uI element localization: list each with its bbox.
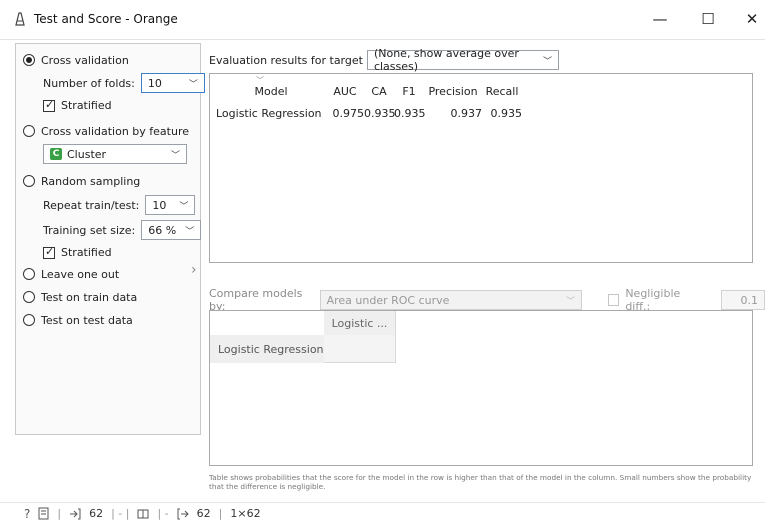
checkbox-checked-icon <box>43 245 55 259</box>
results-table[interactable]: ﹀ Model AUC CA F1 Precision Recall Logis… <box>209 73 753 263</box>
checkbox-checked-icon <box>43 98 55 112</box>
stratified-checkbox-2[interactable]: Stratified <box>43 245 112 259</box>
radio-unchecked-icon <box>23 268 35 280</box>
chevron-down-icon: ﹀ <box>170 150 180 161</box>
input-data-icon <box>70 508 81 519</box>
stratified-label: Stratified <box>61 99 112 112</box>
folds-value: 10 <box>147 76 162 90</box>
output-dimensions: 1×62 <box>230 507 261 520</box>
status-separator: | <box>57 507 62 520</box>
radio-unchecked-icon <box>23 175 35 187</box>
recall-cell: 0.935 <box>490 107 523 120</box>
negligible-diff-spinbox[interactable]: 0.1 <box>721 290 765 310</box>
target-select[interactable]: (None, show average over classes) ﹀ <box>366 47 559 73</box>
column-header-precision[interactable]: Precision <box>424 85 482 98</box>
output-data-icon <box>177 508 189 519</box>
window-title: Test and Score - Orange <box>34 12 178 26</box>
radio-test-on-train[interactable]: Test on train data <box>23 289 137 305</box>
feature-value: Cluster <box>67 147 107 161</box>
cv-by-feature-label: Cross validation by feature <box>41 124 190 138</box>
target-value: (None, show average over classes) <box>373 47 519 73</box>
radio-leave-one-out[interactable]: Leave one out <box>23 266 119 282</box>
compare-metric-select[interactable]: Area under ROC curve ﹀ <box>319 290 582 310</box>
results-header-row: Model AUC CA F1 Precision Recall <box>216 85 522 98</box>
status-bar: ? | 62 | - | | - 62 | 1×62 <box>0 502 765 524</box>
train-size-select[interactable]: 66 % ﹀ <box>141 220 202 240</box>
column-header-auc[interactable]: AUC <box>326 85 364 98</box>
output-count: 62 <box>196 507 211 520</box>
chevron-down-icon: ﹀ <box>188 79 198 90</box>
train-size-row: Training set size: 66 % ﹀ <box>43 220 202 240</box>
maximize-button[interactable]: ☐ <box>688 6 728 32</box>
column-header-ca[interactable]: CA <box>364 85 394 98</box>
title-bar: Test and Score - Orange — ☐ ✕ <box>0 0 765 40</box>
checkbox-unchecked-icon <box>607 294 620 306</box>
sampling-panel: Cross validation Number of folds: 10 ﹀ S… <box>15 43 205 435</box>
repeat-label: Repeat train/test: <box>43 198 140 212</box>
orange-app-icon <box>15 12 25 26</box>
help-icon[interactable]: ? <box>24 507 30 521</box>
random-sampling-label: Random sampling <box>41 174 141 188</box>
table-row[interactable]: Logistic Regression 0.975 0.935 0.935 0.… <box>216 107 522 120</box>
cross-validation-label: Cross validation <box>41 53 129 67</box>
chevron-down-icon: ﹀ <box>542 56 552 67</box>
test-on-test-label: Test on test data <box>41 313 133 327</box>
model-name-cell: Logistic Regression <box>216 107 322 120</box>
folds-row: Number of folds: 10 ﹀ <box>43 73 205 93</box>
auc-cell: 0.975 <box>332 107 365 120</box>
radio-checked-icon <box>23 54 35 66</box>
comparison-table[interactable]: Logistic ... Logistic Regression <box>209 310 753 466</box>
chevron-down-icon: ﹀ <box>565 296 575 307</box>
test-on-train-label: Test on train data <box>41 290 138 304</box>
report-icon[interactable] <box>38 507 49 520</box>
folds-select[interactable]: 10 ﹀ <box>140 73 205 93</box>
stratified-label: Stratified <box>61 246 112 259</box>
comparison-row-header: Logistic Regression <box>210 335 324 363</box>
train-size-label: Training set size: <box>43 223 136 237</box>
train-size-value: 66 % <box>148 223 177 237</box>
column-header-model[interactable]: Model <box>216 85 326 98</box>
categorical-variable-icon: C <box>50 148 62 160</box>
status-separator: | - | <box>111 507 130 520</box>
column-header-recall[interactable]: Recall <box>482 85 522 98</box>
stratified-checkbox-1[interactable]: Stratified <box>43 98 112 112</box>
model-icon <box>137 509 149 518</box>
leave-one-out-label: Leave one out <box>41 267 120 281</box>
repeat-select[interactable]: 10 ﹀ <box>145 195 196 215</box>
precision-cell: 0.937 <box>450 107 483 120</box>
input-count: 62 <box>89 507 104 520</box>
comparison-note: Table shows probabilities that the score… <box>209 473 752 491</box>
negligible-value: 0.1 <box>740 293 759 307</box>
feature-row: C Cluster ﹀ <box>43 144 187 164</box>
radio-random-sampling[interactable]: Random sampling <box>23 173 140 189</box>
folds-label: Number of folds: <box>43 76 135 90</box>
close-button[interactable]: ✕ <box>732 6 765 32</box>
status-separator: | <box>218 507 223 520</box>
evaluation-target-row: Evaluation results for target (None, sho… <box>209 47 559 73</box>
radio-test-on-test[interactable]: Test on test data <box>23 312 133 328</box>
radio-unchecked-icon <box>23 291 35 303</box>
radio-cv-by-feature[interactable]: Cross validation by feature <box>23 123 189 139</box>
collapse-panel-icon[interactable]: › <box>191 262 197 278</box>
ca-cell: 0.935 <box>364 107 396 120</box>
radio-unchecked-icon <box>23 314 35 326</box>
comparison-cell <box>324 335 396 363</box>
target-label: Evaluation results for target <box>209 53 363 67</box>
minimize-button[interactable]: — <box>640 6 680 32</box>
repeat-value: 10 <box>152 198 167 212</box>
chevron-down-icon: ﹀ <box>179 201 189 212</box>
status-separator: | - <box>157 507 169 520</box>
comparison-column-header: Logistic ... <box>324 311 396 335</box>
feature-select[interactable]: C Cluster ﹀ <box>43 144 187 164</box>
radio-cross-validation[interactable]: Cross validation <box>23 52 129 68</box>
radio-unchecked-icon <box>23 125 35 137</box>
chevron-down-icon: ﹀ <box>185 226 195 237</box>
column-header-f1[interactable]: F1 <box>394 85 424 98</box>
compare-metric-value: Area under ROC curve <box>326 293 450 307</box>
f1-cell: 0.935 <box>394 107 426 120</box>
repeat-row: Repeat train/test: 10 ﹀ <box>43 195 196 215</box>
